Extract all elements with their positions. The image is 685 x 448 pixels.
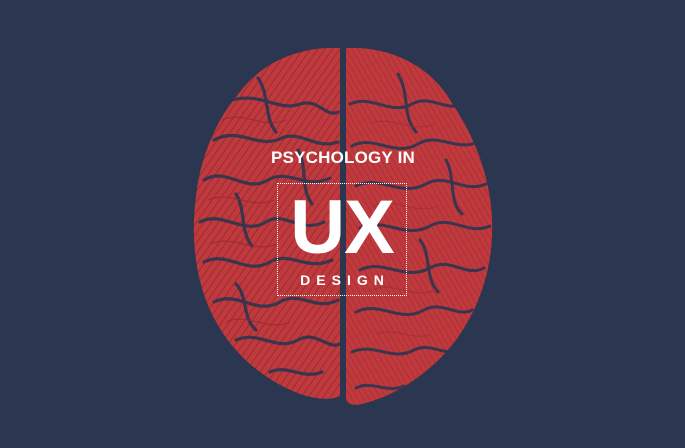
poster: PSYCHOLOGY IN UX DESIGN <box>0 0 685 448</box>
title-main: UX <box>290 185 395 270</box>
title-line1: PSYCHOLOGY IN <box>271 148 415 167</box>
title-line3: DESIGN <box>300 272 390 288</box>
